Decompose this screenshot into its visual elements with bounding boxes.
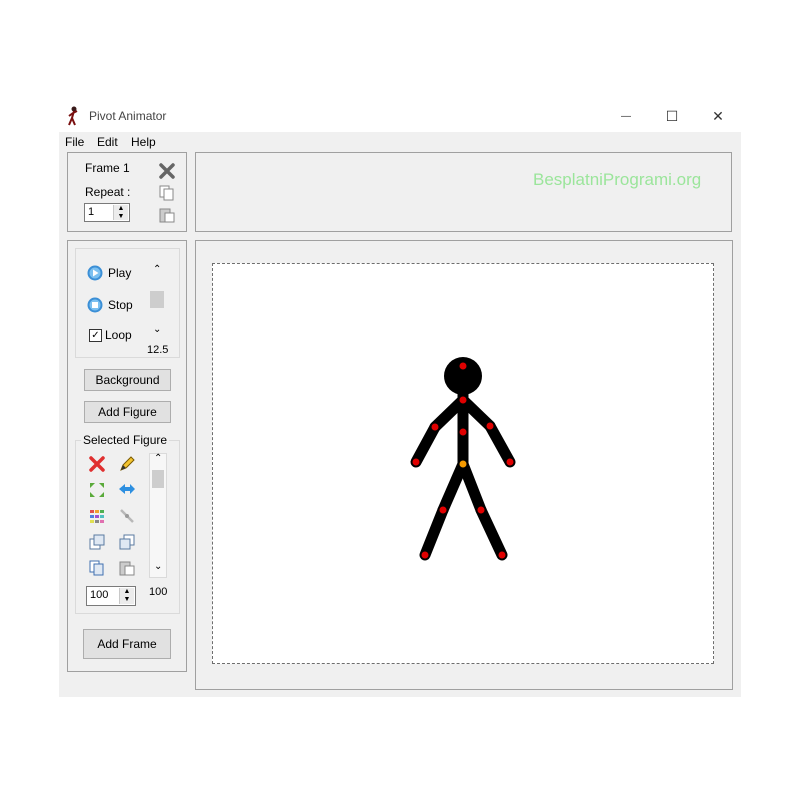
stop-icon <box>87 297 103 313</box>
scroll-up-icon[interactable]: ⌃ <box>154 453 162 464</box>
center-figure-icon[interactable] <box>88 481 106 499</box>
paste-frame-icon[interactable] <box>158 206 176 224</box>
watermark: BesplatniProgrami.org <box>533 170 702 189</box>
menu-help[interactable]: Help <box>131 135 156 149</box>
joint-handle[interactable] <box>431 423 439 431</box>
stepper-down-icon[interactable]: ▼ <box>120 596 134 604</box>
copy-frame-icon[interactable] <box>158 184 176 202</box>
maximize-icon: ☐ <box>665 107 679 124</box>
speed-scroll-thumb[interactable] <box>150 291 164 308</box>
stepper-down-icon[interactable]: ▼ <box>114 213 128 221</box>
figure-scrollbar[interactable]: ⌃ ⌄ <box>149 453 167 578</box>
selected-figure-heading: Selected Figure <box>81 433 170 447</box>
joint-handle[interactable] <box>506 458 514 466</box>
checkbox-checked-icon: ✓ <box>89 328 102 342</box>
stick-figure[interactable] <box>400 350 530 570</box>
menu-edit[interactable]: Edit <box>97 135 118 149</box>
figure-scroll-thumb[interactable] <box>152 470 164 488</box>
center-handle[interactable] <box>459 460 467 468</box>
play-label: Play <box>108 266 132 280</box>
loop-checkbox[interactable]: ✓ Loop <box>89 328 132 342</box>
joint-handle[interactable] <box>459 362 467 370</box>
joint-handle[interactable] <box>477 506 485 514</box>
copy-figure-icon[interactable] <box>88 559 106 577</box>
stop-label: Stop <box>108 298 133 312</box>
color-figure-icon[interactable] <box>88 507 106 525</box>
add-figure-button[interactable]: Add Figure <box>84 401 171 423</box>
maximize-button[interactable]: ☐ <box>649 103 695 129</box>
app-icon <box>68 106 78 126</box>
joint-handle[interactable] <box>459 396 467 404</box>
scroll-down-icon[interactable]: ⌄ <box>153 324 161 335</box>
loop-label: Loop <box>105 328 132 342</box>
edit-figure-icon[interactable] <box>118 455 136 473</box>
scroll-up-icon[interactable]: ⌃ <box>153 264 161 275</box>
figure-size-value: 100 <box>90 589 109 601</box>
send-back-icon[interactable] <box>118 533 136 551</box>
joint-handle[interactable] <box>412 458 420 466</box>
menu-file[interactable]: File <box>65 135 84 149</box>
joint-handle[interactable] <box>498 551 506 559</box>
paste-figure-icon[interactable] <box>118 559 136 577</box>
close-window-button[interactable]: ✕ <box>695 103 741 129</box>
speed-scrollbar[interactable]: ⌃ ⌄ <box>148 264 168 342</box>
stop-button[interactable]: Stop <box>87 297 133 313</box>
repeat-value: 1 <box>88 206 95 218</box>
close-icon: ✕ <box>712 107 724 124</box>
play-icon <box>87 265 103 281</box>
menu-bar: File Edit Help <box>59 132 741 150</box>
add-frame-button[interactable]: Add Frame <box>83 629 171 659</box>
window-title: Pivot Animator <box>89 109 167 123</box>
play-button[interactable]: Play <box>87 265 131 281</box>
frame-label: Frame 1 <box>85 161 130 175</box>
background-button[interactable]: Background <box>84 369 171 391</box>
join-figure-icon[interactable] <box>118 507 136 525</box>
stepper-up-icon[interactable]: ▲ <box>114 205 128 213</box>
joint-handle[interactable] <box>459 428 467 436</box>
flip-figure-icon[interactable] <box>118 481 136 499</box>
frames-strip[interactable] <box>195 152 732 232</box>
delete-frame-icon[interactable] <box>158 162 176 180</box>
joint-handle[interactable] <box>439 506 447 514</box>
bring-front-icon[interactable] <box>88 533 106 551</box>
joint-handle[interactable] <box>486 422 494 430</box>
scroll-down-icon[interactable]: ⌄ <box>154 561 162 572</box>
minimize-button[interactable]: — <box>603 103 649 129</box>
delete-figure-icon[interactable] <box>88 455 106 473</box>
figure-size-stepper[interactable]: 100 ▲ ▼ <box>86 586 136 606</box>
figure-scale-label: 100 <box>149 586 168 598</box>
repeat-label: Repeat : <box>85 185 131 199</box>
minimize-icon: — <box>621 110 631 122</box>
speed-value: 12.5 <box>147 344 169 356</box>
stepper-up-icon[interactable]: ▲ <box>120 588 134 596</box>
repeat-stepper[interactable]: 1 ▲ ▼ <box>84 203 130 222</box>
joint-handle[interactable] <box>421 551 429 559</box>
